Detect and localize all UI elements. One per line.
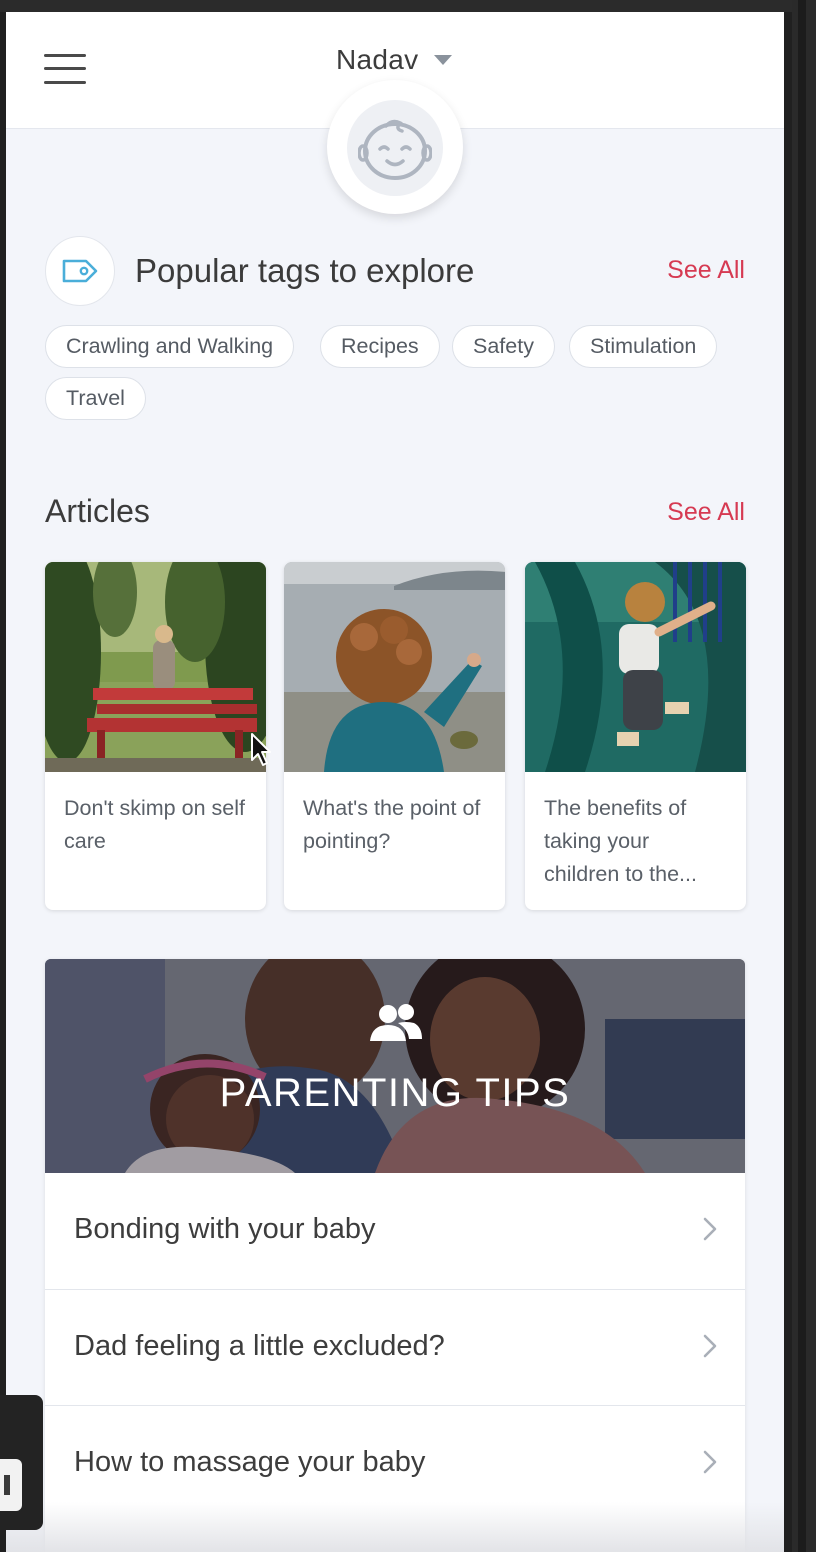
tag-chip[interactable]: Stimulation (569, 325, 718, 368)
articles-title: Articles (45, 493, 150, 529)
article-image-child-pointing (284, 562, 505, 772)
popular-tags-title: Popular tags to explore (135, 252, 475, 289)
window-right-edge (792, 0, 816, 1552)
article-image-park-bench (45, 562, 266, 772)
article-title: What's the point of pointing? (303, 796, 481, 853)
article-image-child-on-slide (525, 562, 746, 772)
article-title: The benefits of taking your children to … (544, 796, 697, 886)
popular-tags-header: Popular tags to explore See All (45, 236, 745, 306)
article-card[interactable]: What's the point of pointing? (284, 562, 505, 910)
app-screen: Nadav Popular tags to explore See All Cr… (6, 12, 784, 1552)
tag-chip[interactable]: Crawling and Walking (45, 325, 295, 368)
chevron-right-icon (703, 1217, 717, 1246)
tag-chip[interactable]: Safety (452, 325, 555, 368)
user-switcher[interactable]: Nadav (336, 40, 453, 80)
parenting-tips-title: PARENTING TIPS (219, 1071, 571, 1115)
baby-face-icon (347, 100, 443, 196)
tip-row[interactable]: Dad feeling a little excluded? (45, 1289, 745, 1405)
tag-icon (45, 236, 115, 306)
tip-label: Dad feeling a little excluded? (74, 1330, 445, 1362)
tip-row[interactable]: Bonding with your baby (45, 1173, 745, 1289)
side-overlay-button[interactable] (0, 1459, 22, 1511)
user-name: Nadav (336, 44, 419, 75)
hamburger-menu-icon[interactable] (44, 52, 86, 86)
parenting-tips-panel: PARENTING TIPS Bonding with your baby Da… (45, 959, 745, 1552)
article-title: Don't skimp on self care (64, 796, 245, 853)
window-top-edge (0, 0, 816, 12)
tip-label: How to massage your baby (74, 1446, 426, 1478)
tag-chip[interactable]: Travel (45, 377, 146, 420)
tip-label: Bonding with your baby (74, 1213, 376, 1245)
screen-frame: Nadav Popular tags to explore See All Cr… (0, 0, 816, 1552)
articles-see-all-link[interactable]: See All (667, 498, 745, 527)
chevron-right-icon (703, 1450, 717, 1479)
people-icon (368, 1003, 424, 1048)
parenting-tips-banner[interactable]: PARENTING TIPS (45, 959, 745, 1173)
bottom-fade (6, 1502, 784, 1552)
tag-chip[interactable]: Recipes (320, 325, 440, 368)
article-card[interactable]: Don't skimp on self care (45, 562, 266, 910)
mouse-pointer-icon (250, 732, 272, 773)
chevron-right-icon (703, 1334, 717, 1363)
article-card[interactable]: The benefits of taking your children to … (525, 562, 746, 910)
caret-down-icon (434, 55, 453, 65)
child-avatar[interactable] (327, 80, 463, 214)
tags-see-all-link[interactable]: See All (667, 256, 745, 285)
